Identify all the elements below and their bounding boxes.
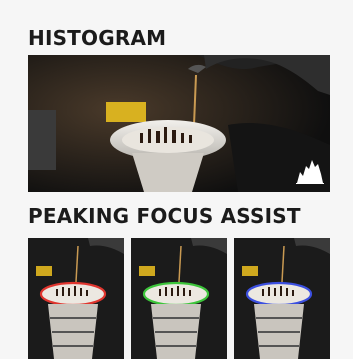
coffee-pour-over-thumb — [28, 238, 124, 359]
peaking-thumbnail-red — [28, 238, 124, 359]
histogram-title: HISTOGRAM — [28, 26, 167, 50]
peaking-focus-assist-title: PEAKING FOCUS ASSIST — [28, 204, 301, 228]
coffee-pour-over-thumb — [234, 238, 330, 359]
peaking-thumbnail-green — [131, 238, 227, 359]
coffee-pour-over-photo — [28, 55, 330, 192]
coffee-pour-over-thumb — [131, 238, 227, 359]
histogram-icon — [296, 160, 324, 184]
histogram-preview — [28, 55, 330, 192]
peaking-thumbnail-blue — [234, 238, 330, 359]
